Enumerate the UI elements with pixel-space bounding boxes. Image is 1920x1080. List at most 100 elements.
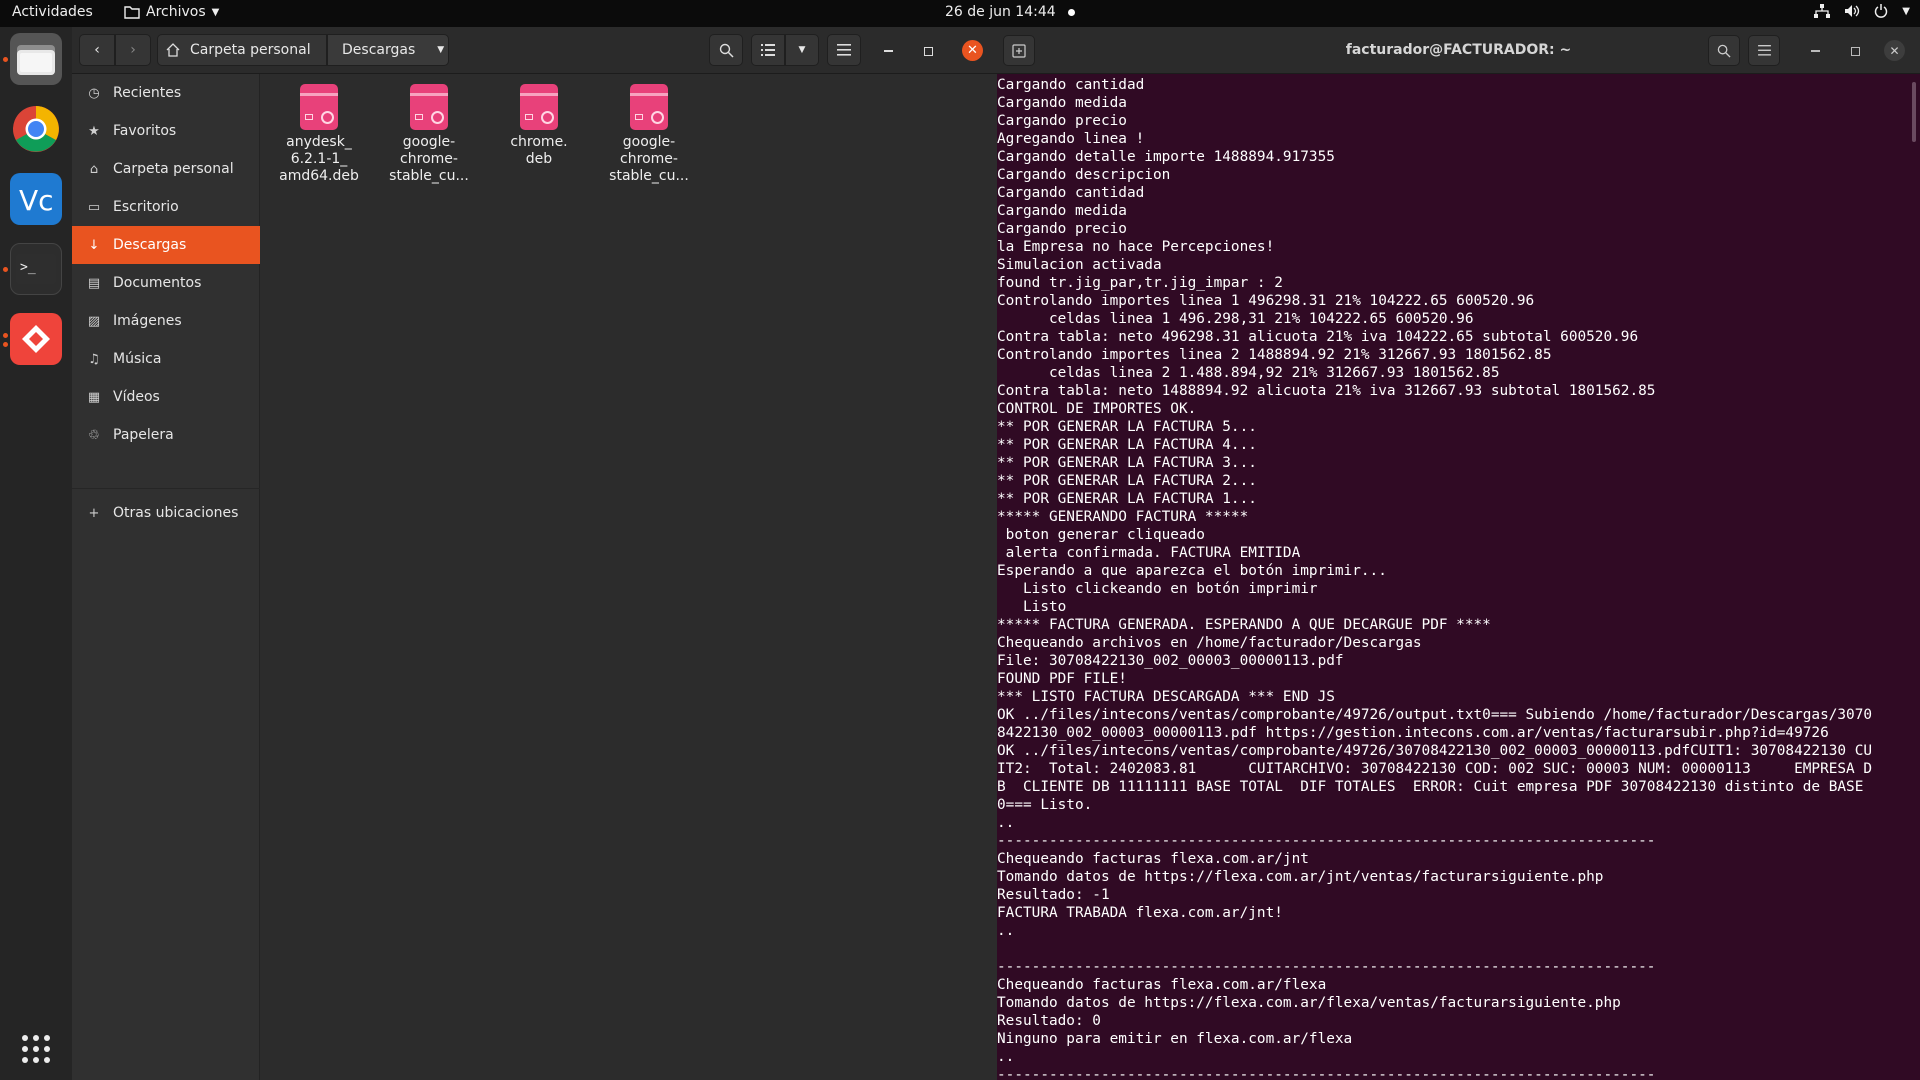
minimize-button[interactable]: [878, 41, 898, 61]
app-grid-icon: [22, 1035, 50, 1063]
minimize-button[interactable]: [1805, 41, 1825, 61]
chevron-down-icon: ▼: [1902, 5, 1910, 17]
terminal-line: Chequeando facturas flexa.com.ar/jnt: [997, 851, 1309, 867]
terminal-line: OK ../files/intecons/ventas/comprobante/…: [997, 707, 1873, 723]
sidebar-item-imagenes[interactable]: ▨ Imágenes: [72, 302, 260, 340]
terminal-line: Cargando detalle importe 1488894.917355: [997, 149, 1335, 165]
terminal-line: ***** FACTURA GENERADA. ESPERANDO A QUE …: [997, 617, 1491, 633]
terminal-line: Cargando precio: [997, 221, 1127, 237]
file-item[interactable]: google- chrome- stable_cu...: [379, 84, 479, 185]
view-list-button[interactable]: [751, 34, 785, 66]
sidebar-item-label: Favoritos: [113, 123, 177, 139]
search-icon: [719, 43, 734, 58]
sidebar-item-label: Recientes: [113, 85, 182, 101]
sidebar-item-descargas[interactable]: ↓ Descargas: [72, 226, 260, 264]
file-item[interactable]: chrome. deb: [489, 84, 589, 168]
home-icon: ⌂: [89, 161, 99, 177]
download-icon: ↓: [88, 237, 100, 253]
path-current-button[interactable]: Descargas ▼: [327, 34, 449, 66]
volume-icon: [1845, 5, 1860, 17]
files-window: ‹ › Carpeta personal Descargas ▼ ▼ ✕ ◷ R…: [72, 27, 997, 1080]
file-item[interactable]: anydesk_ 6.2.1-1_ amd64.deb: [269, 84, 369, 185]
plus-icon: +: [88, 505, 100, 521]
file-grid: anydesk_ 6.2.1-1_ amd64.deb google- chro…: [261, 74, 997, 1080]
system-tray[interactable]: ▼: [1814, 4, 1910, 18]
home-icon: [166, 43, 180, 57]
path-home-label: Carpeta personal: [190, 42, 311, 58]
sidebar-item-documentos[interactable]: ▤ Documentos: [72, 264, 260, 302]
terminal-line: found tr.jig_par,tr.jig_impar : 2: [997, 275, 1283, 291]
terminal-line: Contra tabla: neto 496298.31 alicuota 21…: [997, 329, 1639, 345]
terminal-line: Chequeando archivos en /home/facturador/…: [997, 635, 1422, 651]
sidebar-item-musica[interactable]: ♫ Música: [72, 340, 260, 378]
terminal-search-button[interactable]: [1708, 35, 1740, 66]
files-icon: [17, 45, 55, 75]
dock-files[interactable]: [10, 33, 62, 85]
sidebar-item-label: Vídeos: [113, 389, 160, 405]
terminal-output[interactable]: Cargando cantidad Cargando medida Cargando…: [997, 76, 1905, 1080]
terminal-line: Resultado: 0: [997, 1013, 1101, 1029]
back-button[interactable]: ‹: [79, 34, 115, 66]
maximize-button[interactable]: [1845, 41, 1865, 61]
search-button[interactable]: [709, 34, 743, 66]
dock-anydesk[interactable]: [10, 313, 62, 365]
terminal-line: celdas linea 2 1.488.894,92 21% 312667.9…: [997, 365, 1500, 381]
terminal-line: File: 30708422130_002_00003_00000113.pdf: [997, 653, 1344, 669]
terminal-line: FACTURA TRABADA flexa.com.ar/jnt!: [997, 905, 1283, 921]
dock-terminal[interactable]: >_: [10, 243, 62, 295]
dock-chrome[interactable]: [10, 103, 62, 155]
dock-app-grid[interactable]: [10, 1023, 62, 1075]
search-icon: [1717, 44, 1731, 58]
terminal-line: Tomando datos de https://flexa.com.ar/jn…: [997, 869, 1604, 885]
sidebar-item-escritorio[interactable]: ▭ Escritorio: [72, 188, 260, 226]
minimize-icon: [883, 50, 893, 52]
dock-vscode[interactable]: Vc: [10, 173, 62, 225]
terminal-line: ** POR GENERAR LA FACTURA 4...: [997, 437, 1257, 453]
path-home-button[interactable]: Carpeta personal: [157, 34, 327, 66]
menu-button[interactable]: [827, 34, 861, 66]
terminal-line: la Empresa no hace Percepciones!: [997, 239, 1275, 255]
sidebar-item-videos[interactable]: ▦ Vídeos: [72, 378, 260, 416]
svg-text:Vc: Vc: [19, 184, 54, 217]
hamburger-menu-icon: [1757, 45, 1771, 56]
sidebar-item-papelera[interactable]: ♲ Papelera: [72, 416, 260, 454]
video-icon: ▦: [87, 389, 101, 405]
maximize-button[interactable]: [918, 41, 938, 61]
maximize-icon: [923, 46, 933, 56]
clock[interactable]: 26 de jun 14:44: [945, 4, 1075, 20]
file-item[interactable]: google- chrome- stable_cu...: [599, 84, 699, 185]
sidebar-item-recientes[interactable]: ◷ Recientes: [72, 74, 260, 112]
forward-button[interactable]: ›: [115, 34, 151, 66]
notification-dot-icon: [1067, 8, 1075, 16]
activities-button[interactable]: Actividades: [12, 4, 93, 20]
terminal-line: Cargando cantidad: [997, 77, 1145, 93]
terminal-scrollbar[interactable]: [1912, 82, 1916, 142]
terminal-title: facturador@FACTURADOR: ~: [1345, 42, 1572, 58]
running-indicator: [3, 342, 8, 347]
dock: Vc >_: [0, 27, 72, 1080]
star-icon: ★: [88, 123, 100, 139]
app-menu[interactable]: Archivos ▼: [124, 4, 219, 20]
sidebar-item-label: Descargas: [113, 237, 187, 253]
list-view-icon: [761, 44, 775, 56]
terminal-line: Simulacion activada: [997, 257, 1162, 273]
close-icon: ✕: [1889, 43, 1900, 58]
terminal-menu-button[interactable]: [1748, 35, 1780, 66]
sidebar-item-carpeta-personal[interactable]: ⌂ Carpeta personal: [72, 150, 260, 188]
terminal-line: *** LISTO FACTURA DESCARGADA *** END JS: [997, 689, 1335, 705]
clock-label: 26 de jun 14:44: [945, 4, 1056, 20]
new-tab-button[interactable]: [1003, 35, 1035, 66]
terminal-line: 8422130_002_00003_00000113.pdf https://g…: [997, 725, 1829, 741]
view-options-button[interactable]: ▼: [785, 34, 819, 66]
sidebar-item-favoritos[interactable]: ★ Favoritos: [72, 112, 260, 150]
terminal-line: celdas linea 1 496.298,31 21% 104222.65 …: [997, 311, 1474, 327]
running-indicator: [3, 267, 8, 272]
sidebar-item-label: Música: [113, 351, 162, 367]
chevron-down-icon: ▼: [211, 6, 220, 18]
sidebar-item-otras-ubicaciones[interactable]: + Otras ubicaciones: [72, 494, 260, 532]
close-icon: ✕: [967, 43, 978, 58]
close-button[interactable]: ✕: [1884, 40, 1905, 61]
deb-package-icon: [410, 84, 448, 130]
terminal-line: Controlando importes linea 2 1488894.92 …: [997, 347, 1552, 363]
close-button[interactable]: ✕: [962, 40, 983, 61]
